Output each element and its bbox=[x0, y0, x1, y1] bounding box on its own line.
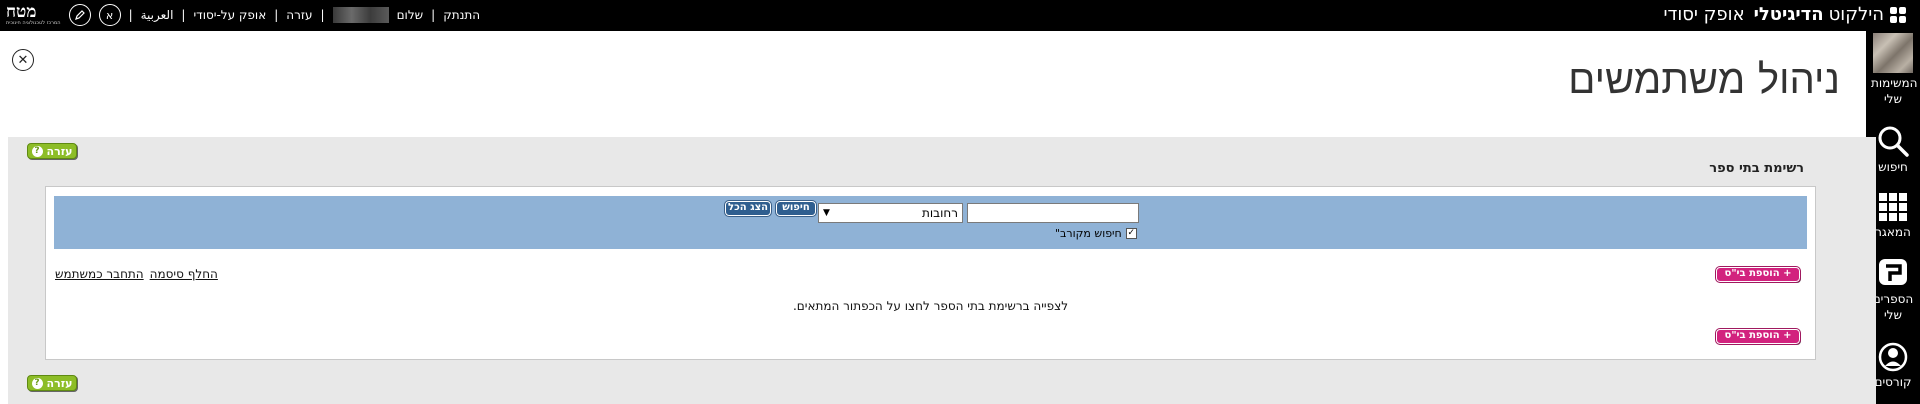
info-text: לצפייה ברשימת בתי הספר לחצו על הכפתור המ… bbox=[792, 299, 1069, 313]
sidebar-item-label: המשימות שלי bbox=[1871, 76, 1918, 106]
user-name-redacted bbox=[332, 7, 389, 23]
city-select[interactable]: רחובות ▼ bbox=[818, 203, 963, 223]
brand-text-1: הילקוט bbox=[1828, 4, 1884, 25]
question-icon: ? bbox=[31, 377, 43, 389]
help-button-label: עזרה bbox=[46, 144, 73, 158]
show-all-button[interactable]: הצג הכל bbox=[724, 200, 772, 217]
app-brand[interactable]: הילקוט הדיגיטלי אופק יסודי bbox=[1663, 4, 1906, 26]
question-icon: ? bbox=[31, 145, 43, 157]
approx-search-label: חיפוש מקורב" bbox=[1055, 227, 1122, 240]
help-link[interactable]: עזרה bbox=[286, 8, 312, 22]
page-title: ניהול משתמשים bbox=[1568, 57, 1840, 103]
search-button[interactable]: חיפוש bbox=[775, 200, 817, 217]
search-bar: רחובות ▼ חיפוש הצג הכל ✓ חיפוש מקורב" bbox=[54, 196, 1807, 249]
close-icon[interactable]: ✕ bbox=[12, 49, 34, 71]
change-password-link[interactable]: החלף סיסמה bbox=[150, 267, 218, 281]
brand-text-2: הדיגיטלי bbox=[1753, 4, 1824, 25]
approx-search-checkbox[interactable]: ✓ bbox=[1125, 228, 1137, 239]
help-button-top[interactable]: עזרה? bbox=[27, 143, 77, 159]
dropdown-arrow-icon: ▼ bbox=[823, 208, 830, 218]
add-school-button-bottom[interactable]: + הוספת בי"ס bbox=[1715, 328, 1801, 345]
matach-logo-subtext: המרכז לטכנולוגיה חינוכית bbox=[6, 20, 61, 26]
arabic-link[interactable]: العربية bbox=[141, 8, 174, 22]
sidebar-item-my-lists[interactable]: המשימות שלי bbox=[1866, 33, 1920, 107]
main-panel: עזרה? רשימת בתי ספר רחובות ▼ חיפוש הצג ה… bbox=[8, 137, 1876, 404]
approx-search-row: ✓ חיפוש מקורב" bbox=[1055, 227, 1137, 240]
pencil-icon[interactable] bbox=[68, 4, 91, 26]
help-button-label: עזרה bbox=[46, 376, 73, 390]
add-school-button-top[interactable]: + הוספת בי"ס bbox=[1715, 266, 1801, 283]
matach-logo[interactable]: מטח המרכז לטכנולוגיה חינוכית bbox=[6, 2, 61, 27]
schools-box: רחובות ▼ חיפוש הצג הכל ✓ חיפוש מקורב" + … bbox=[45, 186, 1816, 360]
grid-logo-icon bbox=[1890, 7, 1906, 23]
section-heading: רשימת בתי ספר bbox=[1709, 161, 1804, 176]
greeting-text: שלום bbox=[396, 8, 424, 22]
ofek-link[interactable]: אופק על-יסודי bbox=[193, 8, 266, 22]
user-nav: מטח המרכז לטכנולוגיה חינוכית א | العربية… bbox=[6, 2, 481, 27]
logout-link[interactable]: התנתק bbox=[443, 8, 480, 22]
sidebar-item-label: הספרים שלי bbox=[1872, 292, 1914, 322]
top-bar: הילקוט הדיגיטלי אופק יסודי מטח המרכז לטכ… bbox=[0, 0, 1920, 31]
accessibility-label: א bbox=[105, 8, 114, 22]
brand-text-3: אופק יסודי bbox=[1663, 4, 1745, 25]
matach-logo-text: מטח bbox=[6, 2, 37, 22]
city-select-value: רחובות bbox=[922, 206, 958, 220]
avatar bbox=[1873, 33, 1913, 73]
search-input[interactable] bbox=[967, 203, 1139, 223]
login-as-user-link[interactable]: התחבר כמשתמש bbox=[55, 267, 144, 281]
help-button-bottom[interactable]: עזרה? bbox=[27, 375, 77, 391]
user-links: החלף סיסמה התחבר כמשתמש bbox=[55, 267, 218, 281]
accessibility-icon[interactable]: א bbox=[98, 4, 121, 26]
